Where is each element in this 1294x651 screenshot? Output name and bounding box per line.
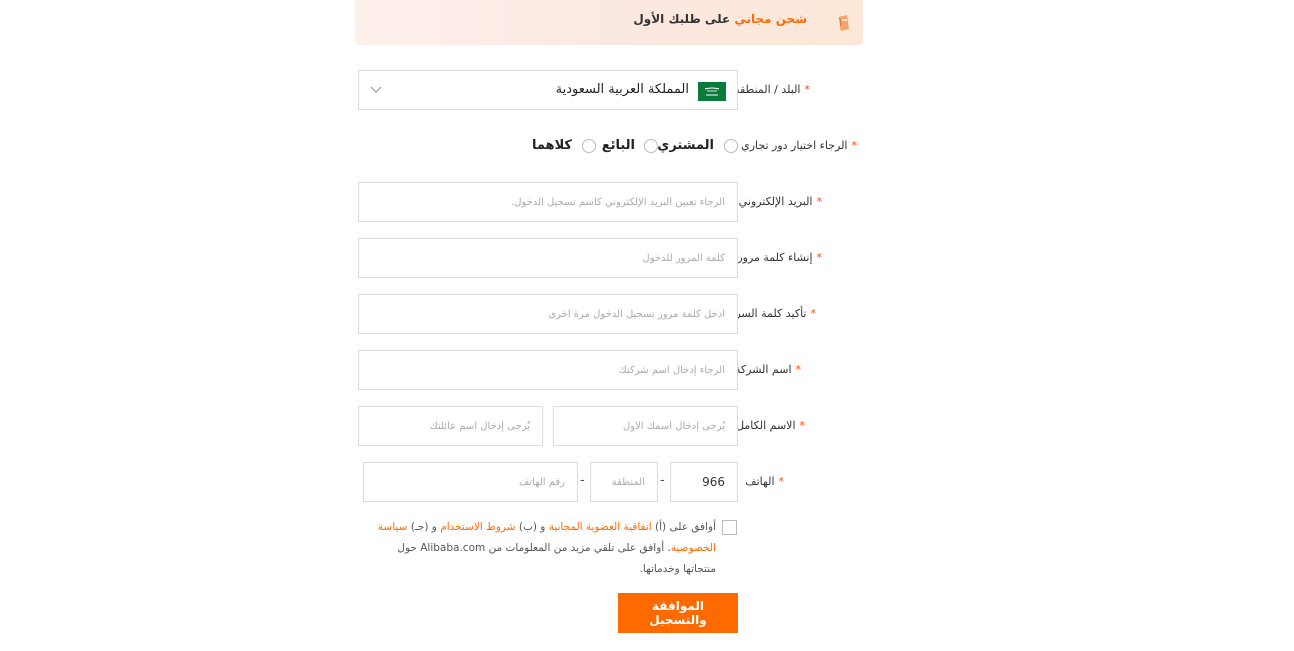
first-name-input[interactable] <box>554 407 737 445</box>
area-code-input[interactable] <box>591 463 657 501</box>
company-field <box>358 350 738 390</box>
email-field <box>358 182 738 222</box>
membership-agreement-link[interactable]: اتفاقية العضوية المجانية <box>549 521 652 533</box>
promo-banner: شحن مجاني على طلبك الأول <box>355 0 863 45</box>
phone-separator: - <box>580 473 585 488</box>
confirm-password-label: *تأكيد كلمة السر <box>735 307 816 320</box>
role-radio-buyer[interactable] <box>724 139 738 153</box>
area-code-field <box>590 462 658 502</box>
role-option-buyer[interactable]: المشتري <box>657 138 714 153</box>
country-code-field <box>670 462 738 502</box>
saudi-flag-icon <box>698 82 726 101</box>
agreement-checkbox[interactable] <box>722 520 737 535</box>
agreement-text: أوافق على (أ) اتفاقية العضوية المجانية و… <box>377 521 716 575</box>
password-field <box>358 238 738 278</box>
terms-of-use-link[interactable]: شروط الاستخدام <box>440 521 515 533</box>
company-label: *اسم الشركة <box>734 363 801 376</box>
country-value: المملكة العربية السعودية <box>555 82 689 97</box>
confirm-password-input[interactable] <box>359 295 737 333</box>
email-input[interactable] <box>359 183 737 221</box>
phone-label: *الهاتف <box>745 475 784 488</box>
email-label: *البريد الإلكتروني <box>738 195 822 208</box>
phone-number-input[interactable] <box>364 463 577 501</box>
agree-register-button[interactable]: الموافقة والتسجيل <box>618 593 738 633</box>
phone-separator: - <box>660 473 665 488</box>
chevron-down-icon <box>370 86 382 93</box>
last-name-field <box>358 406 543 446</box>
promo-text: شحن مجاني على طلبك الأول <box>633 12 807 26</box>
company-input[interactable] <box>359 351 737 389</box>
last-name-input[interactable] <box>359 407 542 445</box>
password-label: *إنشاء كلمة مرور <box>737 251 822 264</box>
role-radio-both[interactable] <box>582 139 596 153</box>
first-name-field <box>553 406 738 446</box>
role-option-seller[interactable]: البائع <box>602 138 635 153</box>
role-radio-group: المشتري البائع كلاهما <box>532 138 740 158</box>
role-label: *الرجاء اختيار دور تجاري <box>741 139 857 152</box>
password-input[interactable] <box>359 239 737 277</box>
country-code-input[interactable] <box>671 463 737 501</box>
confirm-password-field <box>358 294 738 334</box>
role-radio-seller[interactable] <box>644 139 658 153</box>
phone-number-field <box>363 462 578 502</box>
package-icon <box>839 15 849 31</box>
country-label: *البلد / المنطقة <box>734 83 810 96</box>
full-name-label: *الاسم الكامل <box>736 419 805 432</box>
country-select[interactable]: المملكة العربية السعودية <box>358 70 738 110</box>
role-option-both[interactable]: كلاهما <box>532 138 572 153</box>
